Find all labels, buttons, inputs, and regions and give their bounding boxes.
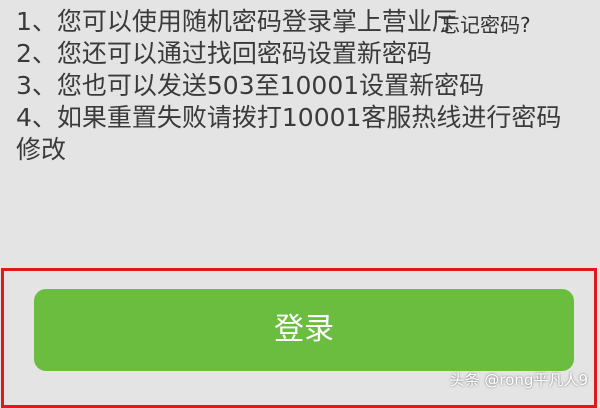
help-tip-2: 2、您还可以通过找回密码设置新密码 [16,39,432,68]
help-tip-3: 3、您也可以发送503至10001设置新密码 [16,71,485,100]
help-tip-4: 4、如果重置失败请拨打10001客服热线进行密码修改 [16,103,562,164]
login-button[interactable]: 登录 [34,289,574,371]
forgot-password-link[interactable]: 忘记密码? [440,12,531,38]
watermark-text: 头条 @rong平凡人9 [449,371,588,389]
